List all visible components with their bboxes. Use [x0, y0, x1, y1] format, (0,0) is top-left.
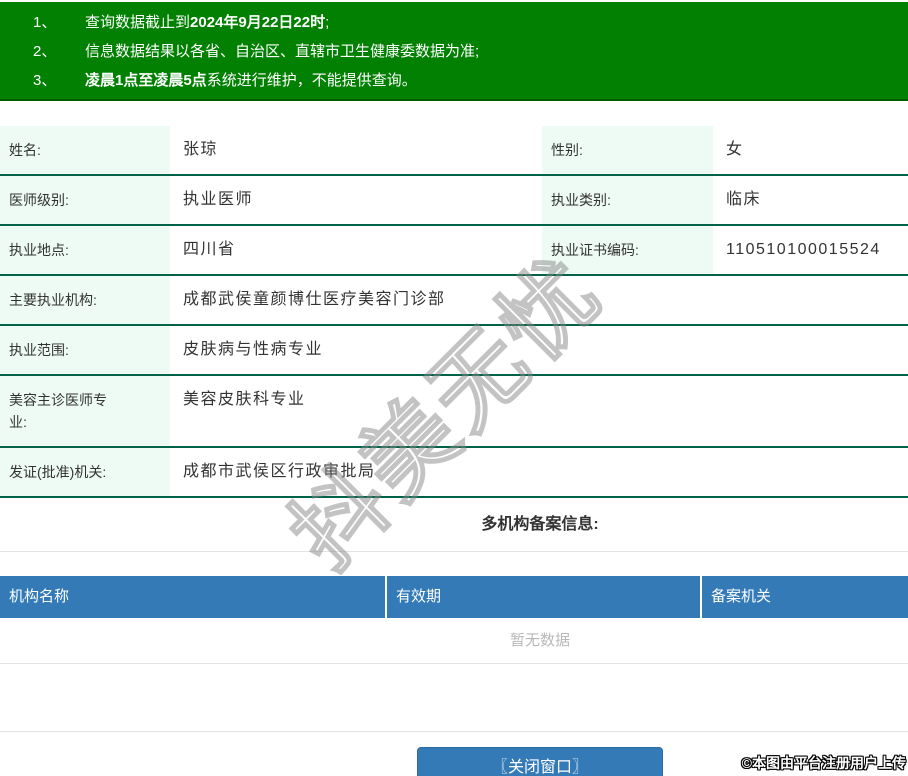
field-value-practice-location: 四川省	[183, 241, 236, 258]
close-window-button[interactable]: 〖关闭窗口〗	[417, 747, 663, 776]
notice-line: 3、 凌晨1点至凌晨5点系统进行维护，不能提供查询。	[0, 66, 908, 95]
table-row: 医师级别: 执业医师 执业类别: 临床	[0, 176, 908, 226]
field-value-issuing-authority: 成都市武侯区行政审批局	[183, 463, 376, 480]
divider	[0, 551, 908, 552]
field-label-practice-location: 执业地点:	[0, 226, 170, 274]
notice-text: 信息数据结果以各省、自治区、直辖市卫生健康委数据为准;	[85, 43, 480, 60]
table-row: 发证(批准)机关: 成都市武侯区行政审批局	[0, 448, 908, 498]
practitioner-info-table: 姓名: 张琼 性别: 女 医师级别: 执业医师 执业类别: 临床 执业地点: 四…	[0, 126, 908, 498]
field-label-certificate-number: 执业证书编码:	[542, 226, 713, 274]
table-row: 美容主诊医师专业: 美容皮肤科专业	[0, 376, 908, 448]
field-value-practice-scope: 皮肤病与性病专业	[183, 341, 324, 358]
notice-number: 1、	[33, 14, 57, 31]
field-label-main-institution: 主要执业机构:	[0, 276, 170, 324]
multi-institution-section-title: 多机构备案信息:	[481, 516, 599, 533]
table-row: 执业范围: 皮肤病与性病专业	[0, 326, 908, 376]
column-header-institution-name: 机构名称	[9, 588, 70, 605]
field-value-doctor-level: 执业医师	[183, 191, 254, 208]
notice-text: 凌晨1点至凌晨5点系统进行维护，不能提供查询。	[85, 72, 417, 89]
table-row: 主要执业机构: 成都武侯童颜博仕医疗美容门诊部	[0, 276, 908, 326]
column-header-filing-authority: 备案机关	[700, 576, 908, 618]
field-label-name: 姓名:	[0, 126, 170, 174]
field-value-cosmetic-specialty: 美容皮肤科专业	[183, 391, 306, 408]
field-label-cosmetic-specialty: 美容主诊医师专业:	[0, 376, 170, 446]
field-label-practice-scope: 执业范围:	[0, 326, 170, 374]
footer-upload-watermark: ©本图由平台注册用户上传	[741, 755, 906, 771]
column-header-validity-period: 有效期	[385, 576, 700, 618]
field-label-gender: 性别:	[542, 126, 713, 174]
query-result-page: 1、 查询数据截止到2024年9月22日22时; 2、 信息数据结果以各省、自治…	[0, 0, 908, 776]
notice-number: 2、	[33, 43, 57, 60]
field-label-practice-category: 执业类别:	[542, 176, 713, 224]
page-content: 1、 查询数据截止到2024年9月22日22时; 2、 信息数据结果以各省、自治…	[0, 2, 908, 776]
field-label-issuing-authority: 发证(批准)机关:	[0, 448, 170, 496]
notice-banner: 1、 查询数据截止到2024年9月22日22时; 2、 信息数据结果以各省、自治…	[0, 2, 908, 101]
filing-table: 机构名称 有效期 备案机关 暂无数据	[0, 576, 908, 664]
filing-table-header: 机构名称 有效期 备案机关	[0, 576, 908, 618]
notice-line: 1、 查询数据截止到2024年9月22日22时;	[0, 8, 908, 37]
empty-data-placeholder: 暂无数据	[509, 632, 570, 649]
notice-text: 查询数据截止到2024年9月22日22时;	[85, 14, 330, 31]
field-value-certificate-number: 110510100015524	[726, 241, 881, 258]
notice-line: 2、 信息数据结果以各省、自治区、直辖市卫生健康委数据为准;	[0, 37, 908, 66]
divider	[0, 663, 908, 664]
divider	[0, 731, 908, 732]
table-row: 执业地点: 四川省 执业证书编码: 110510100015524	[0, 226, 908, 276]
field-value-gender: 女	[726, 141, 744, 158]
field-value-practice-category: 临床	[726, 191, 762, 208]
field-value-name: 张琼	[183, 141, 219, 158]
field-label-doctor-level: 医师级别:	[0, 176, 170, 224]
table-row: 姓名: 张琼 性别: 女	[0, 126, 908, 176]
notice-number: 3、	[33, 72, 57, 89]
field-value-main-institution: 成都武侯童颜博仕医疗美容门诊部	[183, 291, 446, 308]
